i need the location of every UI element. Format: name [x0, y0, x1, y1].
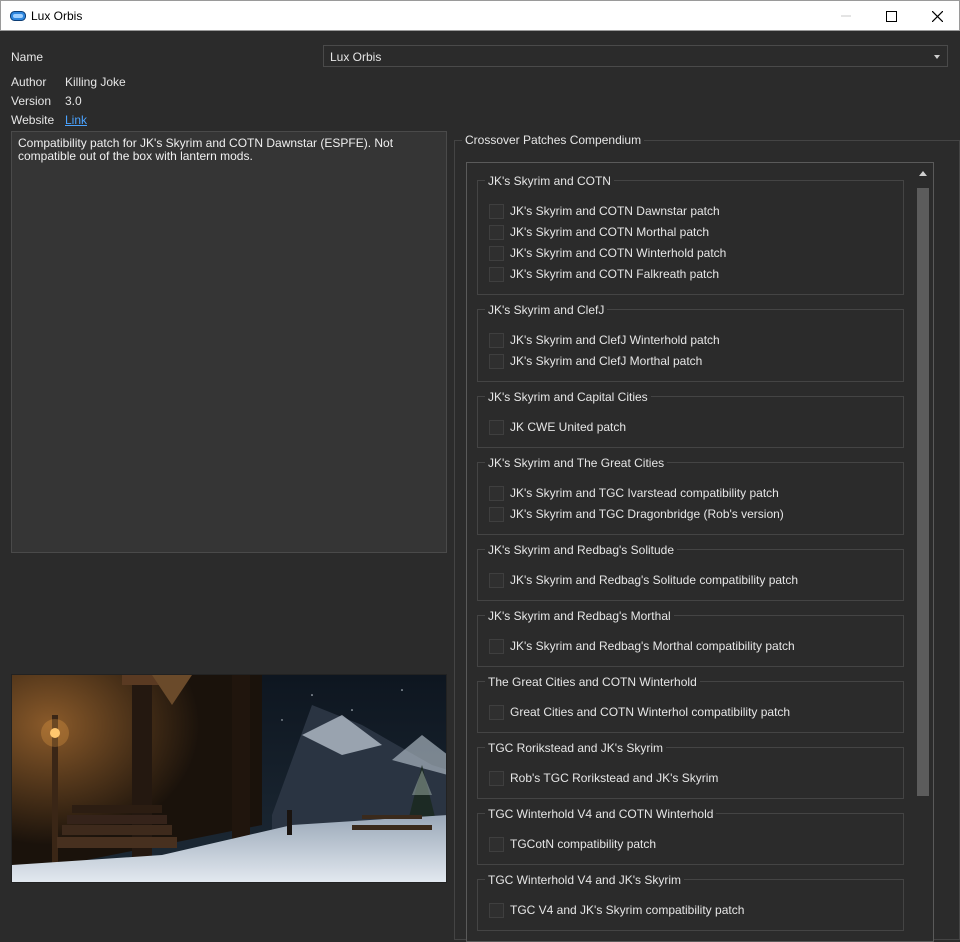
maximize-button[interactable] — [868, 1, 914, 31]
option-checkbox[interactable] — [489, 419, 504, 435]
group-title: JK's Skyrim and The Great Cities — [485, 456, 668, 470]
chevron-down-icon — [934, 55, 940, 59]
name-label: Name — [11, 50, 44, 64]
option-label: JK's Skyrim and TGC Ivarstead compatibil… — [510, 486, 779, 500]
option-label: JK's Skyrim and COTN Falkreath patch — [510, 267, 720, 281]
option-checkbox[interactable] — [489, 572, 504, 588]
option-checkbox[interactable] — [489, 485, 504, 501]
window-title: Lux Orbis — [31, 9, 83, 23]
group-title: JK's Skyrim and ClefJ — [485, 303, 608, 317]
group-title: JK's Skyrim and Capital Cities — [485, 390, 651, 404]
option-checkbox[interactable] — [489, 638, 504, 654]
option-row[interactable]: JK's Skyrim and Redbag's Morthal compati… — [489, 638, 795, 654]
option-label: TGCotN compatibility patch — [510, 837, 657, 851]
maximize-icon — [885, 10, 897, 22]
option-row[interactable]: TGC V4 and JK's Skyrim compatibility pat… — [489, 902, 744, 918]
description-text: Compatibility patch for JK's Skyrim and … — [18, 136, 394, 163]
option-checkbox[interactable] — [489, 332, 504, 348]
option-label: Rob's TGC Rorikstead and JK's Skyrim — [510, 771, 719, 785]
group-title: The Great Cities and COTN Winterhold — [485, 675, 700, 689]
option-row[interactable]: JK's Skyrim and Redbag's Solitude compat… — [489, 572, 798, 588]
close-icon — [931, 10, 943, 22]
option-label: JK's Skyrim and COTN Morthal patch — [510, 225, 710, 239]
app-logo-icon — [10, 11, 26, 21]
option-label: JK's Skyrim and ClefJ Winterhold patch — [510, 333, 720, 347]
preview-image — [11, 674, 447, 883]
option-row[interactable]: JK CWE United patch — [489, 419, 626, 435]
version-value: 3.0 — [65, 94, 82, 108]
option-label: JK's Skyrim and COTN Winterhold patch — [510, 246, 727, 260]
option-row[interactable]: TGCotN compatibility patch — [489, 836, 656, 852]
option-row[interactable]: JK's Skyrim and TGC Ivarstead compatibil… — [489, 485, 779, 501]
website-label: Website — [11, 113, 55, 127]
option-checkbox[interactable] — [489, 704, 504, 720]
preview-scene — [12, 675, 446, 882]
group-title: JK's Skyrim and COTN — [485, 174, 614, 188]
option-checkbox[interactable] — [489, 224, 504, 240]
option-checkbox[interactable] — [489, 266, 504, 282]
minimize-icon — [841, 15, 851, 17]
option-row[interactable]: JK's Skyrim and COTN Falkreath patch — [489, 266, 719, 282]
option-row[interactable]: Great Cities and COTN Winterhol compatib… — [489, 704, 790, 720]
option-row[interactable]: JK's Skyrim and COTN Winterhold patch — [489, 245, 726, 261]
option-label: Great Cities and COTN Winterhol compatib… — [510, 705, 791, 719]
option-checkbox[interactable] — [489, 506, 504, 522]
option-label: JK's Skyrim and TGC Dragonbridge (Rob's … — [510, 507, 784, 521]
option-row[interactable]: JK's Skyrim and ClefJ Winterhold patch — [489, 332, 720, 348]
author-label: Author — [11, 75, 47, 89]
vertical-scrollbar[interactable] — [914, 163, 933, 938]
scroll-up-icon[interactable] — [919, 171, 927, 176]
group-title: JK's Skyrim and Redbag's Morthal — [485, 609, 674, 623]
description-box[interactable]: Compatibility patch for JK's Skyrim and … — [11, 131, 447, 553]
option-label: TGC V4 and JK's Skyrim compatibility pat… — [510, 903, 745, 917]
option-checkbox[interactable] — [489, 203, 504, 219]
close-button[interactable] — [914, 1, 960, 31]
option-label: JK's Skyrim and ClefJ Morthal patch — [510, 354, 703, 368]
group-title: TGC Winterhold V4 and COTN Winterhold — [485, 807, 717, 821]
minimize-button[interactable] — [823, 1, 869, 31]
option-checkbox[interactable] — [489, 353, 504, 369]
author-value: Killing Joke — [65, 75, 126, 89]
option-checkbox[interactable] — [489, 902, 504, 918]
title-bar: Lux Orbis — [0, 0, 960, 31]
option-checkbox[interactable] — [489, 770, 504, 786]
option-row[interactable]: Rob's TGC Rorikstead and JK's Skyrim — [489, 770, 718, 786]
scrollbar-thumb[interactable] — [917, 188, 929, 796]
option-label: JK CWE United patch — [510, 420, 627, 434]
options-title: Crossover Patches Compendium — [462, 133, 645, 147]
version-label: Version — [11, 94, 52, 108]
option-label: JK's Skyrim and Redbag's Morthal compati… — [510, 639, 795, 653]
website-link[interactable]: Link — [65, 113, 87, 127]
option-row[interactable]: JK's Skyrim and TGC Dragonbridge (Rob's … — [489, 506, 784, 522]
option-row[interactable]: JK's Skyrim and COTN Dawnstar patch — [489, 203, 720, 219]
option-row[interactable]: JK's Skyrim and ClefJ Morthal patch — [489, 353, 702, 369]
option-row[interactable]: JK's Skyrim and COTN Morthal patch — [489, 224, 709, 240]
option-checkbox[interactable] — [489, 836, 504, 852]
group-title: JK's Skyrim and Redbag's Solitude — [485, 543, 678, 557]
group-title: TGC Rorikstead and JK's Skyrim — [485, 741, 667, 755]
name-dropdown-value: Lux Orbis — [330, 50, 382, 64]
name-dropdown[interactable]: Lux Orbis — [323, 45, 948, 67]
option-checkbox[interactable] — [489, 245, 504, 261]
option-label: JK's Skyrim and Redbag's Solitude compat… — [510, 573, 799, 587]
option-label: JK's Skyrim and COTN Dawnstar patch — [510, 204, 720, 218]
group-title: TGC Winterhold V4 and JK's Skyrim — [485, 873, 685, 887]
